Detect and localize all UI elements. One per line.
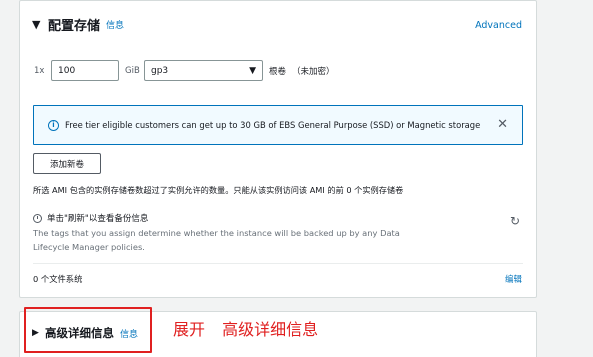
root-label-text: 根卷 — [269, 66, 287, 77]
annotation-text: 展开 高级详细信息 — [173, 316, 318, 340]
refresh-icon[interactable]: ↻ — [510, 214, 520, 228]
chevron-down-icon: ▼ — [249, 65, 256, 76]
highlight-box — [24, 307, 152, 353]
backup-description: The tags that you assign determine wheth… — [33, 228, 400, 252]
configure-storage-panel: ▼ 配置存储 信息 Advanced 1x GiB gp3 ▼ 根卷（未加密） … — [19, 0, 537, 298]
caret-down-icon[interactable]: ▼ — [32, 18, 46, 31]
info-icon: i — [48, 119, 59, 131]
storage-title: 配置存储 — [48, 19, 101, 34]
volume-type-select[interactable]: gp3 ▼ — [144, 60, 263, 81]
add-new-volume-button[interactable]: 添加新卷 — [33, 153, 101, 174]
annotation-word-expand: 展开 — [173, 320, 206, 339]
edit-file-systems-link[interactable]: 编辑 — [505, 273, 522, 285]
divider — [33, 263, 523, 264]
ami-instance-store-note: 所选 AMI 包含的实例存储卷数超过了实例允许的数量。只能从该实例访问该 AMI… — [33, 185, 404, 195]
free-tier-alert: i Free tier eligible customers can get u… — [33, 105, 523, 145]
advanced-link[interactable]: Advanced — [475, 20, 522, 31]
storage-header[interactable]: ▼ 配置存储 信息 — [32, 15, 124, 34]
storage-info-link[interactable]: 信息 — [106, 18, 124, 31]
close-icon[interactable]: ✕ — [497, 117, 508, 132]
backup-refresh-hint: 单击"刷新"以查看备份信息 — [47, 214, 149, 224]
volume-size-input[interactable] — [51, 60, 119, 81]
annotation-word-target: 高级详细信息 — [222, 320, 319, 339]
volume-type-value: gp3 — [151, 65, 169, 76]
backup-info-header: 单击"刷新"以查看备份信息 — [33, 212, 148, 224]
root-volume-label: 根卷 （未加密） — [269, 65, 335, 77]
volume-multiplier: 1x — [34, 65, 45, 76]
encryption-status: （未加密） — [292, 66, 335, 77]
file-systems-count: 0 个文件系统 — [33, 274, 83, 284]
alert-text: Free tier eligible customers can get up … — [65, 120, 481, 130]
volume-size-unit: GiB — [125, 65, 140, 76]
root-volume-row: 1x GiB gp3 ▼ 根卷 （未加密） — [34, 60, 335, 81]
clock-icon — [33, 213, 42, 223]
